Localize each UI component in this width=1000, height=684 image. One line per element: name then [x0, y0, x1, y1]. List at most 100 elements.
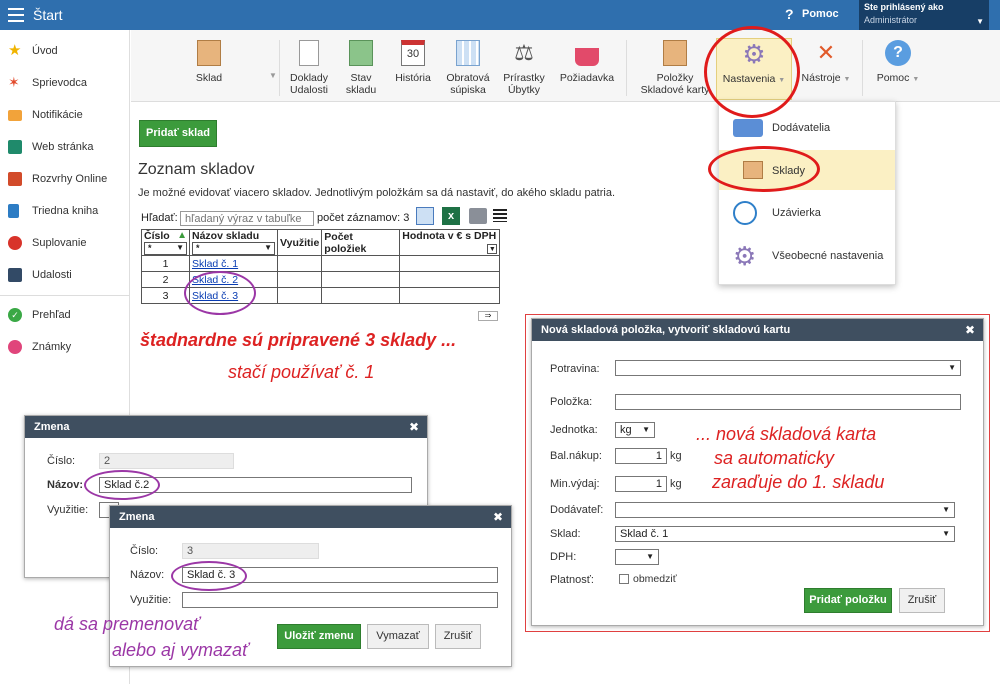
label-sklad: Sklad: — [550, 528, 581, 540]
header-cislo[interactable]: Číslo ▲ * — [141, 229, 190, 256]
label-polozka: Položka: — [550, 396, 593, 408]
list-icon[interactable] — [493, 209, 507, 222]
header-pocet[interactable]: Počet položiek — [321, 229, 401, 256]
print-icon[interactable] — [469, 208, 487, 224]
dph-select[interactable] — [615, 549, 659, 565]
tool-prirastky-ubytky[interactable]: ⚖ Prírastky Úbytky — [500, 40, 548, 96]
columns-icon[interactable] — [416, 207, 434, 225]
sidebar-item-label: Známky — [32, 341, 72, 353]
menu-item-vseobecne[interactable]: ⚙ Všeobecné nastavenia — [719, 235, 895, 275]
sidebar-item-web-stranka[interactable]: Web stránka — [0, 134, 130, 160]
tool-obratova-supiska[interactable]: Obratová súpiska — [443, 40, 493, 96]
annotation-three-warehouses: štadnardne sú pripravené 3 sklady ... — [140, 330, 457, 350]
tool-label: História — [395, 72, 431, 84]
help-link[interactable]: Pomoc — [802, 8, 839, 20]
jednotka-select[interactable]: kg — [615, 422, 655, 438]
close-icon[interactable]: ✖ — [965, 323, 975, 337]
label-minvydaj: Min.výdaj: — [550, 478, 600, 490]
tool-historia[interactable]: 30 História — [393, 40, 433, 84]
delete-button[interactable]: Vymazať — [367, 624, 429, 649]
cancel-button[interactable]: Zrušiť — [899, 588, 945, 613]
sidebar-item-prehlad[interactable]: ✓ Prehľad — [0, 302, 130, 328]
cell-hodnota — [399, 287, 501, 304]
menu-item-label: Všeobecné nastavenia — [772, 250, 884, 262]
filter-cislo[interactable]: * — [144, 242, 187, 255]
menu-item-label: Uzávierka — [772, 207, 821, 219]
balnakup-field[interactable]: 1 — [615, 448, 667, 464]
menu-item-label: Dodávatelia — [772, 122, 831, 134]
highlight-ring-nazov-2 — [84, 470, 160, 500]
menu-icon[interactable] — [8, 8, 24, 22]
sidebar-item-znamky[interactable]: Známky — [0, 334, 130, 360]
person-icon — [8, 236, 22, 250]
settings-dropdown: Dodávatelia Sklady Uzávierka ⚙ Všeobecné… — [718, 101, 896, 285]
truck-icon — [733, 119, 763, 137]
label-dph: DPH: — [550, 551, 577, 563]
search-input[interactable] — [180, 211, 314, 226]
tool-label: Pomoc ▼ — [876, 72, 920, 84]
sidebar-item-udalosti[interactable]: Udalosti — [0, 262, 130, 288]
tool-stav-skladu[interactable]: Stav skladu — [343, 40, 379, 96]
sidebar-item-suplovanie[interactable]: Suplovanie — [0, 230, 130, 256]
tool-sklad[interactable]: Sklad — [191, 40, 227, 84]
header-nazov[interactable]: Názov skladu * — [189, 229, 278, 256]
obmedzit-checkbox[interactable] — [619, 574, 629, 584]
excel-export-icon[interactable]: x — [442, 207, 460, 225]
minvydaj-field[interactable]: 1 — [615, 476, 667, 492]
sidebar-item-sprievodca[interactable]: ✶ Sprievodca — [0, 70, 130, 96]
cancel-button[interactable]: Zrušiť — [435, 624, 481, 649]
dodavatel-select[interactable] — [615, 502, 955, 518]
warehouse-box-icon — [197, 40, 221, 66]
sidebar-item-triedna-kniha[interactable]: Triedna kniha — [0, 198, 130, 224]
label-vyuzitie: Využitie: — [47, 504, 89, 516]
cell-pocet — [321, 271, 401, 288]
sklad-caret-icon[interactable]: ▼ — [269, 71, 277, 80]
warehouse-link[interactable]: Sklad č. 1 — [192, 258, 238, 270]
obmedzit-label: obmedziť — [633, 573, 677, 585]
tool-nastroje[interactable]: ✕ Nástroje ▼ — [795, 40, 857, 86]
cell-pocet — [321, 287, 401, 304]
toolbar-separator — [862, 40, 863, 96]
table-row: 1 Sklad č. 1 — [141, 255, 501, 272]
annotation-new-card-3: zaraďuje do 1. skladu — [712, 472, 885, 492]
help-question-icon[interactable]: ? — [785, 6, 794, 22]
polozka-field[interactable] — [615, 394, 961, 410]
scroll-right-icon[interactable]: ⇒ — [478, 311, 498, 321]
header-vyuzitie[interactable]: Využitie — [276, 229, 323, 256]
sidebar-item-uvod[interactable]: ★ Úvod — [0, 38, 130, 64]
close-icon[interactable]: ✖ — [409, 420, 419, 434]
label-cislo: Číslo: — [130, 545, 159, 557]
dialog-title: Nová skladová položka, vytvoriť skladovú… — [541, 324, 791, 336]
envelope-icon — [8, 110, 22, 121]
calendar-30-icon: 30 — [401, 40, 425, 66]
tool-polozky[interactable]: Položky Skladové karty — [637, 40, 713, 96]
sidebar-item-label: Udalosti — [32, 269, 72, 281]
sidebar-item-notifikacie[interactable]: Notifikácie — [0, 102, 130, 128]
menu-item-uzavierka[interactable]: Uzávierka — [719, 192, 895, 232]
vyuzitie-field[interactable] — [182, 592, 498, 608]
save-button[interactable]: Uložiť zmenu — [277, 624, 361, 649]
add-item-button[interactable]: Pridať položku — [804, 588, 892, 613]
add-warehouse-button[interactable]: Pridať sklad — [139, 120, 217, 147]
sklad-select[interactable]: Sklad č. 1 — [615, 526, 955, 542]
user-menu[interactable]: Ste prihlásený ako Administrátor ▼ — [859, 0, 989, 30]
sort-asc-icon: ▲ — [177, 230, 187, 241]
filter-nazov[interactable]: * — [192, 242, 275, 255]
filter-toggle-icon[interactable]: ▼ — [487, 244, 498, 254]
label-nazov: Názov: — [47, 479, 84, 491]
tool-doklady[interactable]: Doklady Udalosti — [287, 40, 331, 96]
app-title[interactable]: Štart — [33, 7, 63, 23]
tool-poziadavka[interactable]: Požiadavka — [557, 40, 617, 84]
label-potravina: Potravina: — [550, 363, 600, 375]
sidebar-item-rozvrhy[interactable]: Rozvrhy Online — [0, 166, 130, 192]
tool-label: súpiska — [450, 84, 486, 96]
label-balnakup: Bal.nákup: — [550, 450, 602, 462]
potravina-select[interactable] — [615, 360, 961, 376]
highlight-ring-table-rows — [184, 271, 256, 315]
tool-pomoc[interactable]: ? Pomoc ▼ — [871, 40, 925, 86]
highlight-ring-sklady — [708, 146, 820, 192]
header-hodnota[interactable]: Hodnota v € s DPH ▼ — [399, 229, 501, 256]
search-label: Hľadať: — [141, 212, 178, 224]
close-icon[interactable]: ✖ — [493, 510, 503, 524]
cell-hodnota — [399, 271, 501, 288]
